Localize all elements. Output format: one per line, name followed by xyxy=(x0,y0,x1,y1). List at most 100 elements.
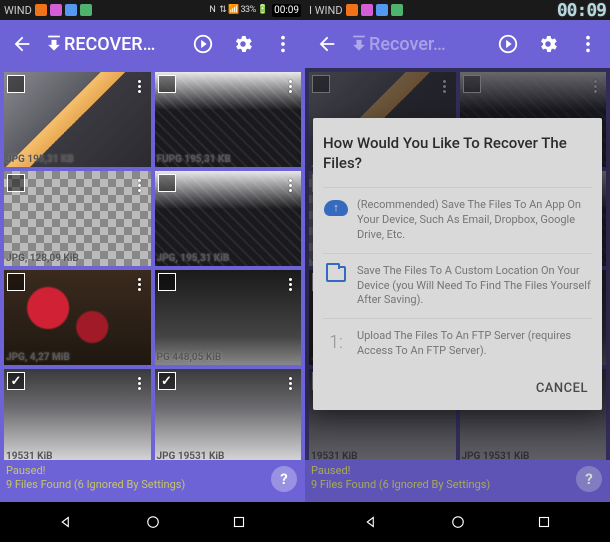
dialog-scrim[interactable]: How Would You Like To Recover The Files?… xyxy=(305,68,610,460)
thumb-menu-button[interactable] xyxy=(281,74,299,98)
status-badge-2 xyxy=(361,4,373,16)
nav-home-icon xyxy=(144,513,162,531)
option-text: Upload The Files To An FTP Server (requi… xyxy=(357,329,592,359)
thumbnail[interactable]: 19531 KiB xyxy=(4,369,151,460)
appbar-title: RECOVER… xyxy=(64,34,155,55)
play-button[interactable] xyxy=(490,26,526,62)
nav-back-icon xyxy=(362,513,380,531)
dots-vertical-icon xyxy=(577,33,599,55)
checkbox[interactable] xyxy=(158,75,176,93)
overflow-button[interactable] xyxy=(265,26,301,62)
thumb-menu-button[interactable] xyxy=(131,74,149,98)
status-badge-4 xyxy=(80,4,92,16)
thumb-menu-button[interactable] xyxy=(281,371,299,395)
play-button[interactable] xyxy=(185,26,221,62)
footer-line1: Paused! xyxy=(311,464,604,478)
option-folder[interactable]: Save The Files To A Custom Location On Y… xyxy=(323,253,592,319)
thumbnail[interactable]: JPG, 128,09 KiB xyxy=(4,171,151,266)
thumbnail[interactable]: JPG 19531 KiB xyxy=(155,369,302,460)
arrow-left-icon xyxy=(11,33,33,55)
checkbox[interactable] xyxy=(7,372,25,390)
nav-back-icon xyxy=(57,513,75,531)
thumb-menu-button[interactable] xyxy=(131,272,149,296)
carrier-label: WIND xyxy=(4,4,32,17)
checkbox[interactable] xyxy=(7,273,25,291)
dots-vertical-icon xyxy=(272,33,294,55)
cancel-button[interactable]: CANCEL xyxy=(532,375,592,402)
thumb-caption: JPG, 4,27 MiB xyxy=(6,352,70,363)
thumbnail[interactable]: JPG 195,31 KB xyxy=(4,72,151,167)
thumbnail[interactable]: FUPG 195,31 KB xyxy=(155,72,302,167)
nfc-icon: N xyxy=(209,5,215,15)
status-badge-1 xyxy=(346,4,358,16)
thumb-caption: JPG, 195,31 KiB xyxy=(157,253,230,264)
overflow-button[interactable] xyxy=(570,26,606,62)
checkbox[interactable] xyxy=(7,174,25,192)
option-ftp[interactable]: 1: Upload The Files To An FTP Server (re… xyxy=(323,318,592,369)
nav-bar xyxy=(305,502,610,542)
thumb-menu-button[interactable] xyxy=(131,173,149,197)
footer-line2: 9 Files Found (6 Ignored By Settings) xyxy=(6,478,299,492)
checkbox[interactable] xyxy=(158,174,176,192)
thumb-menu-button[interactable] xyxy=(281,173,299,197)
status-clock: 00:09 xyxy=(557,0,606,21)
grid-area: JPG 195,31 KB FUPG 195,31 KB JPG, 128,09 K… xyxy=(0,68,305,460)
nav-recent[interactable] xyxy=(219,502,259,542)
nav-recent-icon xyxy=(535,513,553,531)
cloud-upload-icon xyxy=(324,200,348,216)
settings-button[interactable] xyxy=(530,26,566,62)
signal-icons: ⇅ 📶 33% 🔋 xyxy=(219,5,268,15)
checkbox[interactable] xyxy=(158,273,176,291)
option-cloud[interactable]: (Recommended) Save The Files To An App O… xyxy=(323,187,592,253)
option-text: (Recommended) Save The Files To An App O… xyxy=(357,198,592,243)
app-bar: RECOVER… xyxy=(0,20,305,68)
thumb-caption: JPG 195,31 KB xyxy=(6,154,74,165)
thumb-caption: FUPG 195,31 KB xyxy=(157,154,231,165)
thumbnail[interactable]: JPG, 195,31 KiB xyxy=(155,171,302,266)
phone-right: I WIND 00:09 Recover… JPG 195,31 KBFUPG … xyxy=(305,0,610,542)
footer-bar: Paused! 9 Files Found (6 Ignored By Sett… xyxy=(305,460,610,502)
status-badge-3 xyxy=(376,4,388,16)
status-clock: 00:09 xyxy=(272,4,301,17)
recover-action[interactable]: Recover… xyxy=(349,34,446,55)
thumbnail[interactable]: JPG, 4,27 MiB xyxy=(4,270,151,365)
status-bar: I WIND 00:09 xyxy=(305,0,610,20)
status-bar: WIND N ⇅ 📶 33% 🔋 00:09 xyxy=(0,0,305,20)
settings-button[interactable] xyxy=(225,26,261,62)
thumb-caption: JPG, 128,09 KiB xyxy=(6,253,79,264)
number-icon: 1: xyxy=(329,331,343,355)
recover-dialog: How Would You Like To Recover The Files?… xyxy=(313,118,602,410)
grid-area: JPG 195,31 KBFUPG 195,31 KBJPG, 128,09 K… xyxy=(305,68,610,460)
nav-recent[interactable] xyxy=(524,502,564,542)
back-button[interactable] xyxy=(309,26,345,62)
thumb-caption: JPG 19531 KiB xyxy=(157,451,225,460)
nav-home[interactable] xyxy=(133,502,173,542)
footer-line2: 9 Files Found (6 Ignored By Settings) xyxy=(311,478,604,492)
status-badge-2 xyxy=(50,4,62,16)
option-text: Save The Files To A Custom Location On Y… xyxy=(357,264,592,309)
thumbnail[interactable]: PG 448,05 KiB xyxy=(155,270,302,365)
status-badge-1 xyxy=(35,4,47,16)
thumb-caption: PG 448,05 KiB xyxy=(157,352,222,363)
back-button[interactable] xyxy=(4,26,40,62)
checkbox[interactable] xyxy=(158,372,176,390)
appbar-title: Recover… xyxy=(369,34,446,55)
thumb-menu-button[interactable] xyxy=(281,272,299,296)
recover-action[interactable]: RECOVER… xyxy=(44,34,155,55)
nav-home[interactable] xyxy=(438,502,478,542)
dialog-title: How Would You Like To Recover The Files? xyxy=(323,134,592,173)
folder-icon xyxy=(326,266,346,282)
phone-left: WIND N ⇅ 📶 33% 🔋 00:09 RECOVER… xyxy=(0,0,305,542)
play-circle-icon xyxy=(192,33,214,55)
help-button[interactable]: ? xyxy=(576,466,602,492)
thumb-caption: 19531 KiB xyxy=(6,451,53,460)
nav-back[interactable] xyxy=(351,502,391,542)
download-icon xyxy=(349,34,369,54)
help-button[interactable]: ? xyxy=(271,466,297,492)
nav-back[interactable] xyxy=(46,502,86,542)
thumb-menu-button[interactable] xyxy=(131,371,149,395)
nav-bar xyxy=(0,502,305,542)
status-badge-3 xyxy=(65,4,77,16)
checkbox[interactable] xyxy=(7,75,25,93)
footer-line1: Paused! xyxy=(6,464,299,478)
